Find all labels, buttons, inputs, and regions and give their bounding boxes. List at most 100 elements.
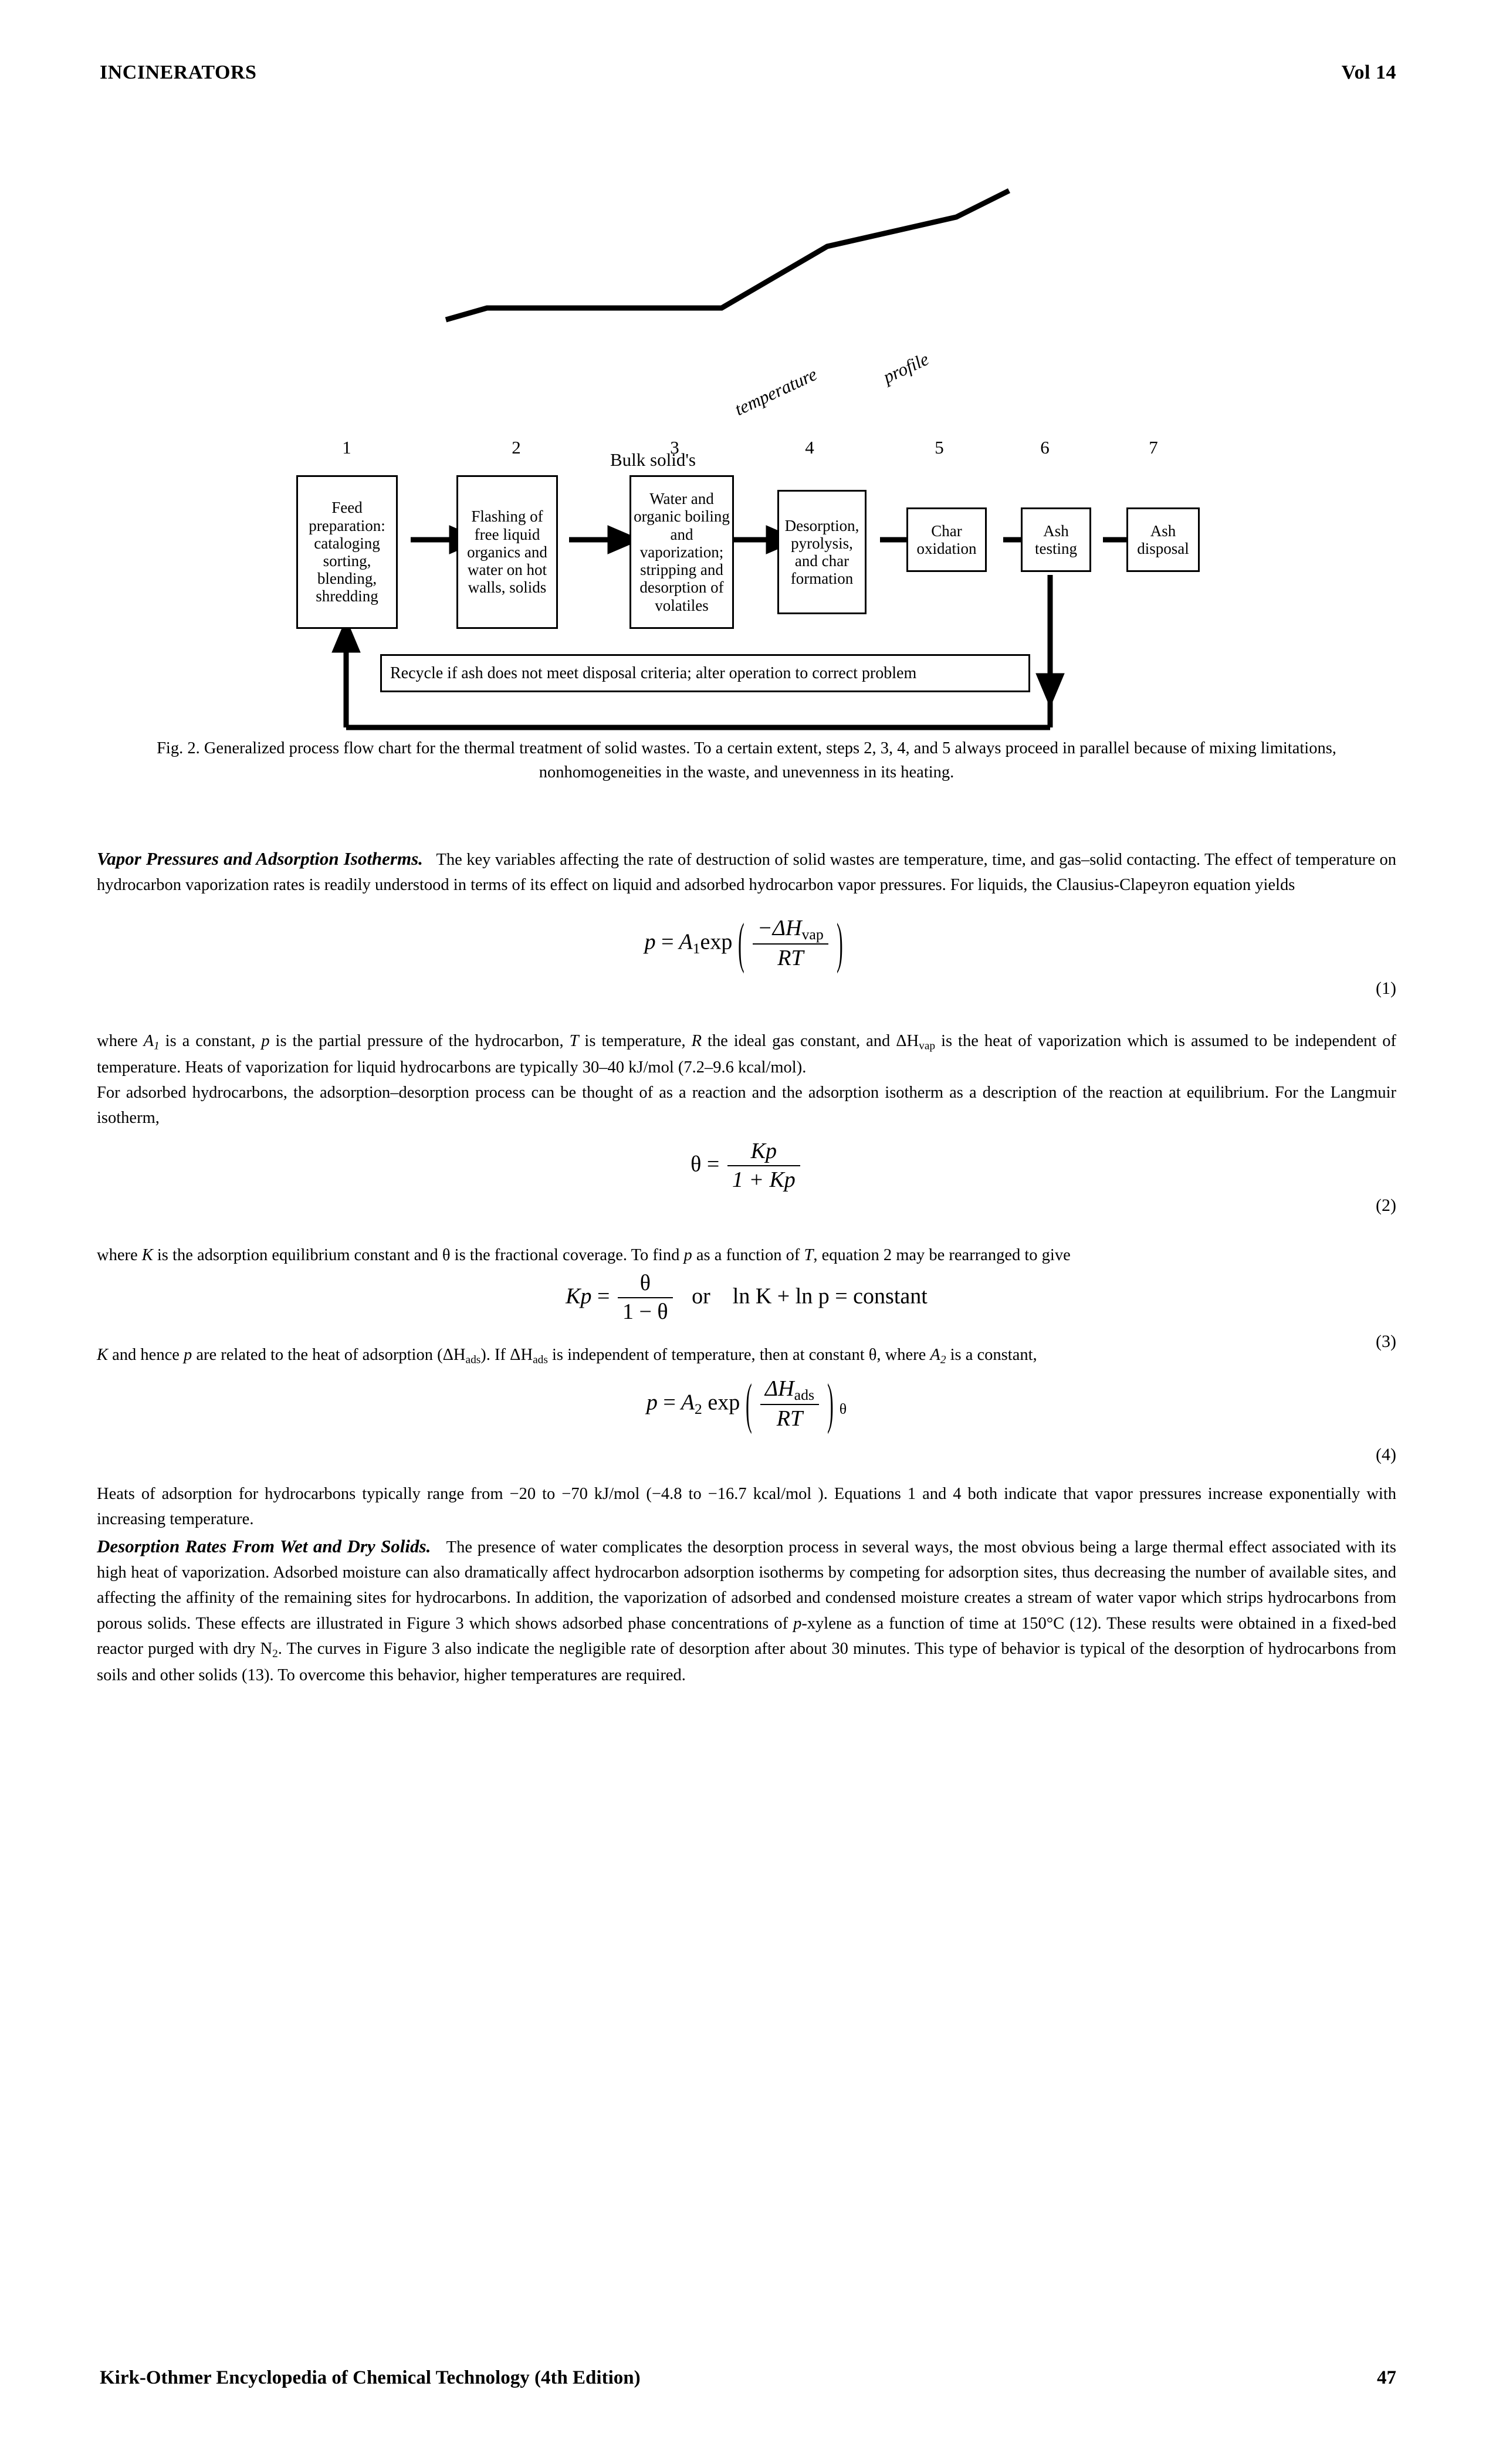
eq4-fn: exp: [708, 1390, 740, 1415]
where-word-2: where: [97, 1246, 138, 1264]
ads-sub-1: ads: [465, 1353, 481, 1366]
eq3-fraction: θ1 − θ: [617, 1270, 673, 1326]
temperature-text: is temperature,: [584, 1032, 686, 1050]
temperature-profile-curve: [445, 188, 1011, 323]
heats-adsorption-paragraph-block: Heats of adsorption for hydrocarbons typ…: [97, 1481, 1396, 1688]
process-box-7-ash-disposal[interactable]: Ash disposal: [1126, 507, 1200, 572]
eq4-num-sub: ads: [794, 1386, 815, 1404]
step-number-6: 6: [1040, 437, 1050, 458]
symbol-T: T: [569, 1032, 579, 1050]
ads-sub-2: ads: [533, 1353, 548, 1366]
equation-2: θ = Kp 1 + Kp (2): [97, 1138, 1396, 1215]
symbol-T-2: T: [804, 1246, 814, 1264]
figure-2: Bulk solid's temperature profile 1 2 3 4…: [0, 164, 1496, 751]
symbol-p-xylene: p: [793, 1614, 802, 1633]
eq3-lhs: Kp: [566, 1284, 592, 1309]
adsorption-constant-text: is the adsorption equilibrium constant a…: [157, 1246, 680, 1264]
eq1-num-text: −ΔH: [757, 916, 802, 940]
vapor-pressures-paragraph: Vapor Pressures and Adsorption Isotherms…: [97, 845, 1396, 898]
eq2-denominator: 1 + Kp: [732, 1167, 796, 1192]
equation-4-number: (4): [1376, 1445, 1396, 1464]
eq3-or: or: [692, 1284, 710, 1309]
equation-2-body: θ = Kp 1 + Kp: [97, 1138, 1396, 1194]
equation-4-body: p = A2 exp(ΔHads RT) θ: [97, 1373, 1396, 1435]
eq1-left-paren: (: [738, 913, 745, 975]
process-box-1-feed-preparation[interactable]: Feed preparation: cataloging sorting, bl…: [296, 475, 398, 629]
where-word: where: [97, 1032, 138, 1050]
vapor-pressures-heading: Vapor Pressures and Adsorption Isotherms…: [97, 848, 423, 869]
process-box-6-ash-testing[interactable]: Ash testing: [1021, 507, 1091, 572]
eq1-coef: A: [679, 929, 693, 955]
eq1-equals: =: [661, 929, 674, 955]
eq4-equals: =: [663, 1390, 676, 1415]
eq4-lhs: p: [646, 1390, 658, 1415]
eq4-outer-sub: θ: [839, 1400, 847, 1417]
eq2-lhs: θ: [691, 1152, 702, 1177]
eq4-fraction: ΔHads RT: [760, 1376, 820, 1433]
eq4-numerator: ΔHads: [760, 1376, 820, 1406]
equation-1-body: p = A1exp(−ΔHvap RT): [97, 913, 1396, 975]
heats-adsorption-paragraph: Heats of adsorption for hydrocarbons typ…: [97, 1485, 1396, 1529]
independent-temp-text: is independent of temperature, then at c…: [552, 1346, 926, 1364]
eq4-denominator: RT: [776, 1406, 803, 1431]
running-head-right: Vol 14: [1341, 62, 1396, 83]
eq3-equals: =: [597, 1284, 610, 1309]
symbol-R: R: [691, 1032, 702, 1050]
desorption-text-part3: . The curves in Figure 3 also indicate t…: [97, 1639, 1396, 1684]
eq1-right-paren: ): [836, 913, 843, 975]
eq2-numerator: Kp: [727, 1138, 800, 1166]
process-box-2-flashing[interactable]: Flashing of free liquid organics and wat…: [456, 475, 558, 629]
process-box-4-desorption-pyrolysis[interactable]: Desorption, pyrolysis, and char formatio…: [777, 490, 867, 614]
is-constant-text: is a constant,: [165, 1032, 256, 1050]
partial-pressure-text: is the partial pressure of the hydrocarb…: [275, 1032, 564, 1050]
step-number-4: 4: [805, 437, 814, 458]
eq4-coef-sub: 2: [694, 1400, 702, 1417]
heat-adsorption-text-b: ). If ΔH: [480, 1346, 533, 1364]
eq1-denominator: RT: [777, 946, 804, 971]
eq1-fraction: −ΔHvap RT: [753, 915, 828, 973]
gas-constant-text: the ideal gas constant, and: [707, 1032, 891, 1050]
equation-3: Kp = θ1 − θ or ln K + ln p = constant (3…: [97, 1270, 1396, 1351]
symbol-p: p: [261, 1032, 270, 1050]
process-box-5-char-oxidation[interactable]: Char oxidation: [906, 507, 987, 572]
page-footer: Kirk-Othmer Encyclopedia of Chemical Tec…: [100, 2367, 1396, 2389]
k-hence-p-paragraph: K and hence p are related to the heat of…: [97, 1342, 1396, 1369]
footer-left: Kirk-Othmer Encyclopedia of Chemical Tec…: [100, 2367, 641, 2388]
equation-1: p = A1exp(−ΔHvap RT) (1): [97, 913, 1396, 998]
symbol-a1: A1: [143, 1032, 160, 1052]
running-head-left: INCINERATORS: [100, 62, 257, 83]
symbol-K: K: [141, 1246, 153, 1264]
rearranged-text: , equation 2 may be rearranged to give: [813, 1246, 1071, 1264]
desorption-rates-paragraph: Desorption Rates From Wet and Dry Solids…: [97, 1532, 1396, 1688]
is-constant-text-2: is a constant,: [950, 1346, 1037, 1364]
symbol-delta-h-vap: ΔHvap: [896, 1032, 936, 1052]
eq2-fraction: Kp 1 + Kp: [727, 1138, 800, 1194]
symbol-A2: A2: [930, 1346, 946, 1366]
symbol-K-2: K: [97, 1346, 109, 1364]
where-a1-paragraph: where A1 is a constant, p is the partial…: [97, 1028, 1396, 1080]
eq3-numerator: θ: [617, 1270, 673, 1298]
eq1-coef-sub: 1: [692, 939, 700, 957]
eq4-left-paren: (: [746, 1373, 752, 1436]
eq4-right-paren: ): [827, 1373, 834, 1436]
where-k-paragraph: where K is the adsorption equilibrium co…: [97, 1243, 1396, 1268]
heat-adsorption-text: are related to the heat of adsorption (Δ…: [196, 1346, 548, 1366]
footer-right: 47: [1377, 2367, 1396, 2388]
recycle-note-box[interactable]: Recycle if ash does not meet disposal cr…: [380, 654, 1030, 692]
eq2-equals: =: [706, 1152, 720, 1177]
step-number-7: 7: [1149, 437, 1158, 458]
langmuir-intro-paragraph: For adsorbed hydrocarbons, the adsorptio…: [97, 1084, 1396, 1128]
after-equation-3-text: K and hence p are related to the heat of…: [97, 1342, 1396, 1369]
symbol-p-3: p: [184, 1346, 192, 1364]
equation-2-number: (2): [1376, 1196, 1396, 1215]
symbol-p-2: p: [683, 1246, 692, 1264]
running-head: INCINERATORS Vol 14: [100, 62, 1396, 84]
process-box-3-boiling-vaporization[interactable]: Water and organic boiling and vaporizati…: [629, 475, 734, 629]
desorption-rates-heading: Desorption Rates From Wet and Dry Solids…: [97, 1535, 431, 1556]
eq4-num-text: ΔH: [764, 1376, 794, 1401]
eq3-rhs: ln K + ln p = constant: [732, 1284, 928, 1309]
step-number-1: 1: [342, 437, 351, 458]
equation-3-body: Kp = θ1 − θ or ln K + ln p = constant: [97, 1270, 1396, 1326]
n2-subscript: 2: [272, 1647, 278, 1660]
eq1-numerator: −ΔHvap: [753, 915, 828, 945]
